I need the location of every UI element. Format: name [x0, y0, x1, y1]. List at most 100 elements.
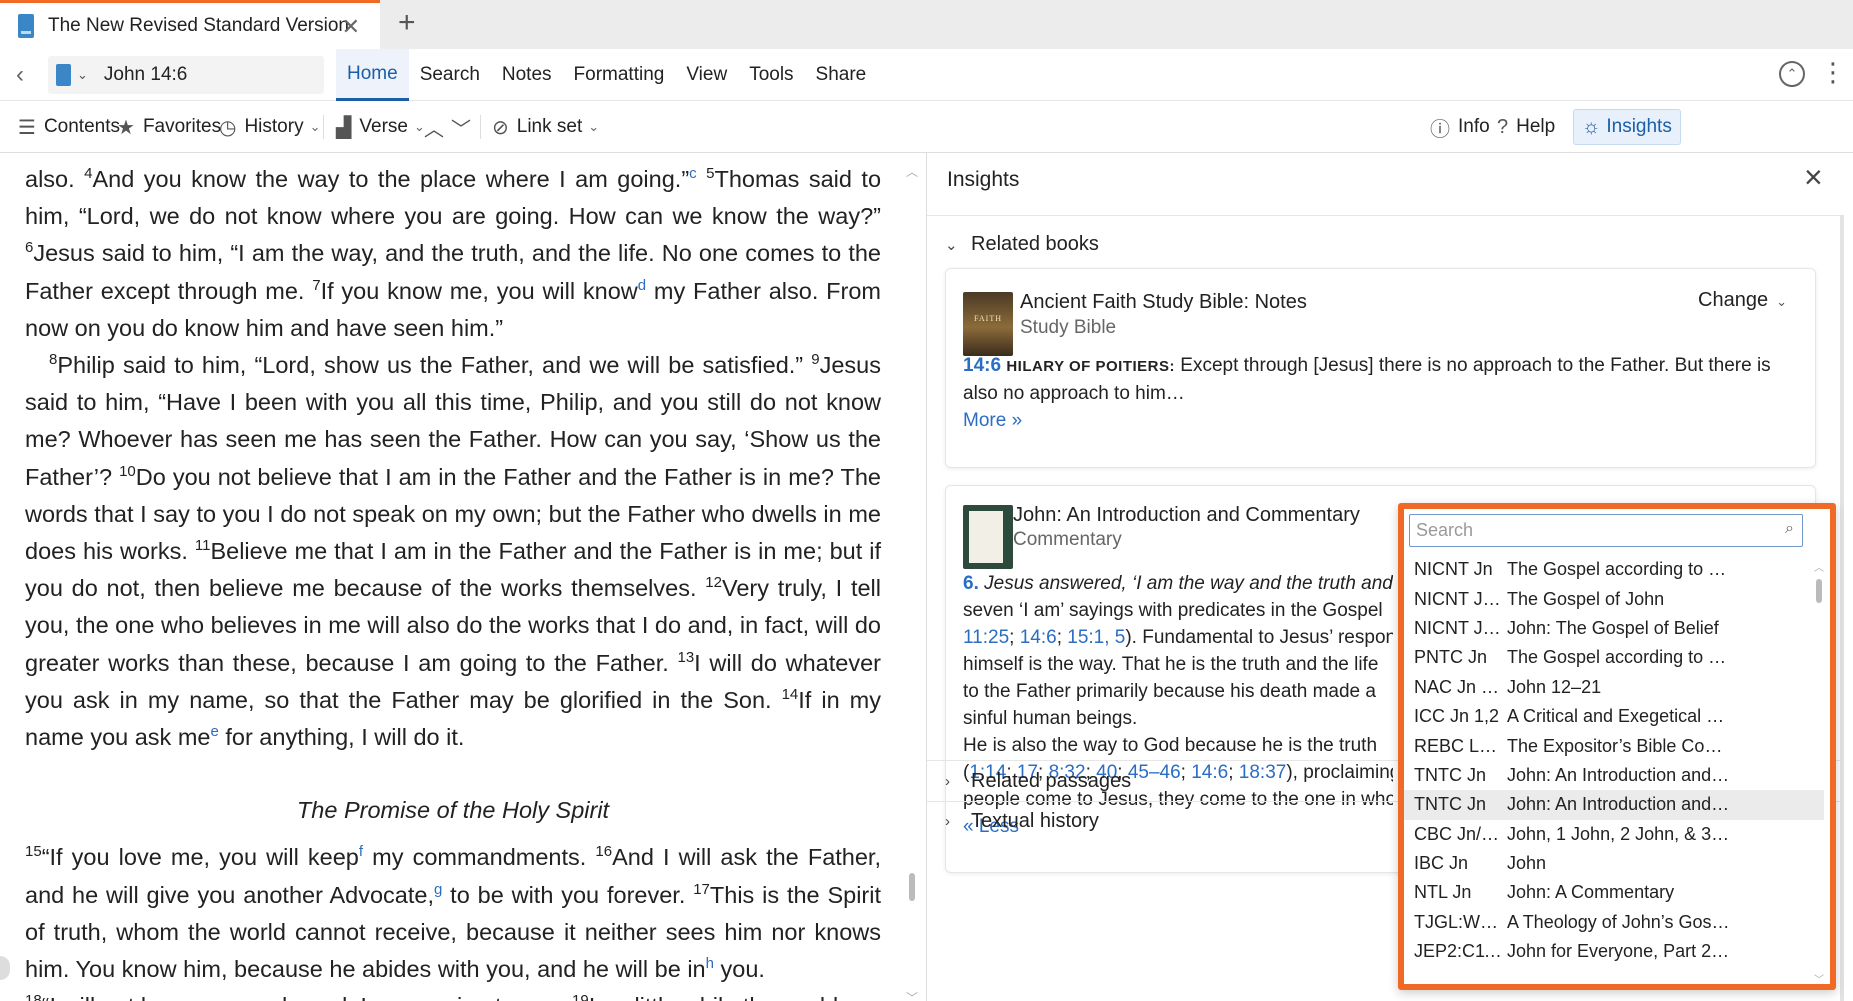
book-list-item[interactable]: REBC Lk-AcThe Expositor’s Bible Comme… — [1404, 731, 1824, 760]
contents-button[interactable]: ☰ Contents — [18, 101, 120, 153]
menu-notes[interactable]: Notes — [491, 49, 563, 101]
verse-reference-link[interactable]: 14:6 — [963, 355, 1001, 376]
menu-share[interactable]: Share — [805, 49, 878, 101]
menu-view[interactable]: View — [675, 49, 738, 101]
reference-box[interactable]: ⌄ John 14:6 — [48, 56, 324, 94]
book-abbreviation: TNTC Jn — [1414, 794, 1486, 815]
bible-book-icon — [18, 14, 34, 38]
history-clock-icon: ◷ — [219, 116, 237, 139]
new-tab-icon[interactable]: + — [398, 6, 416, 40]
scripture-reference-link[interactable]: 11:25 — [963, 627, 1009, 648]
book-list-item[interactable]: IBC Jn John — [1404, 849, 1824, 878]
scroll-down-icon[interactable]: ﹀ — [906, 989, 918, 1001]
chevron-down-icon: ﹀ — [451, 118, 471, 141]
footnote-marker[interactable]: h — [706, 955, 714, 972]
scroll-down-icon[interactable]: ﹀ — [1814, 971, 1824, 984]
footnote-marker[interactable]: f — [359, 843, 363, 860]
history-button[interactable]: ◷ History ⌄ — [219, 101, 320, 153]
book-list-item[interactable]: JEP2:C1121John for Everyone, Part 2: Cha… — [1404, 937, 1824, 966]
book-list-item[interactable]: TNTC Jn John: An Introduction and Co… — [1404, 790, 1824, 820]
book-title[interactable]: Ancient Faith Study Bible: Notes — [1020, 291, 1307, 314]
footnote-marker[interactable]: c — [689, 165, 697, 182]
book-list-item[interactable]: NICNT Jn… The Gospel of John — [1404, 584, 1824, 613]
footnote-marker[interactable]: e — [210, 723, 218, 740]
book-list-item[interactable]: PNTC Jn The Gospel according to John — [1404, 643, 1824, 672]
book-search-box[interactable]: ⌕ — [1409, 514, 1803, 547]
verse-number: 5 — [706, 165, 715, 182]
scroll-up-icon[interactable]: ︿ — [1814, 559, 1824, 574]
verse-number: 6 — [25, 239, 34, 257]
note-author: HILARY OF POITIERS: — [1006, 358, 1175, 375]
scroll-thumb[interactable] — [1816, 579, 1822, 603]
scripture-reference-link[interactable]: 18:37 — [1239, 762, 1287, 783]
more-vertical-icon[interactable]: ⋮ — [1820, 59, 1846, 85]
book-list-item[interactable]: TJGL:WCSGA Theology of John’s Gospel a… — [1404, 908, 1824, 937]
book-list-scrollbar[interactable]: ︿ ﹀ — [1814, 559, 1824, 984]
close-tab-icon[interactable]: ✕ — [342, 14, 360, 40]
scroll-up-icon[interactable]: ︿ — [906, 163, 918, 180]
menu-search[interactable]: Search — [409, 49, 491, 101]
menu-formatting[interactable]: Formatting — [563, 49, 676, 101]
book-list-title: The Gospel of John — [1507, 588, 1665, 609]
scroll-thumb[interactable] — [909, 873, 915, 901]
footnote-marker[interactable]: d — [638, 277, 646, 294]
next-verse-button[interactable]: ﹀ — [451, 101, 479, 153]
related-passages-header[interactable]: › Related passages — [945, 770, 1131, 793]
book-list-item[interactable]: NICNT Jn The Gospel according to John — [1404, 555, 1824, 584]
book-cover-inner — [969, 511, 1003, 563]
book-list-item[interactable]: TNTC Jn John: An Introduction and Co… — [1404, 761, 1824, 790]
bible-paragraph: 15“If you love me, you will keepf my com… — [25, 843, 882, 983]
book-list-item[interactable]: NTL Jn John: A Commentary — [1404, 878, 1824, 907]
book-abbreviation: NICNT Jn — [1414, 559, 1493, 580]
footnote-marker[interactable]: g — [434, 881, 442, 898]
more-link[interactable]: More » — [963, 410, 1022, 431]
insights-scrollbar[interactable] — [1840, 215, 1844, 1001]
verse-number: 15 — [25, 843, 42, 861]
book-search-input[interactable] — [1416, 518, 1766, 543]
help-button[interactable]: ? Help — [1497, 101, 1555, 153]
menu-tools[interactable]: Tools — [738, 49, 804, 101]
book-cover[interactable]: FAITH — [963, 292, 1013, 356]
book-abbreviation: CBC Jn/1-… — [1414, 823, 1506, 844]
verse-number: 9 — [811, 351, 820, 369]
book-title[interactable]: John: An Introduction and Commentary — [1013, 504, 1360, 527]
document-tab[interactable]: The New Revised Standard Version ✕ — [0, 0, 380, 49]
change-book-button[interactable]: Change ⌄ — [1698, 289, 1787, 312]
link-set-button[interactable]: ⊘ Link set ⌄ — [492, 101, 599, 153]
insights-button[interactable]: ☼ Insights — [1573, 109, 1681, 145]
back-arrow-icon[interactable]: ‹ — [16, 61, 24, 89]
scripture-reference-link[interactable]: 14:6 — [1020, 627, 1057, 648]
bible-scrollbar[interactable]: ︿ ﹀ — [906, 163, 918, 1001]
collapse-circle-icon[interactable]: ⌃ — [1779, 61, 1805, 87]
study-note-excerpt: 14:6 HILARY OF POITIERS: Except through … — [963, 355, 1771, 431]
book-list-item[interactable]: CBC Jn/1-… John, 1 John, 2 John, & 3 John — [1404, 820, 1824, 849]
verse-button[interactable]: ▟ Verse ⌄ — [336, 101, 425, 153]
close-insights-icon[interactable]: × — [1804, 159, 1823, 196]
book-list-item[interactable]: NICNT Jn… John: The Gospel of Belief — [1404, 614, 1824, 643]
book-list-item[interactable]: ICC Jn 1,2 A Critical and Exegetical Com… — [1404, 702, 1824, 731]
resource-book-icon[interactable] — [56, 64, 71, 86]
favorites-button[interactable]: ★ Favorites — [117, 101, 221, 153]
verse-number: 7 — [312, 276, 321, 294]
related-books-header[interactable]: ⌄ Related books — [945, 233, 1099, 256]
reference-input[interactable]: John 14:6 — [104, 64, 187, 86]
book-type: Study Bible — [1020, 317, 1117, 338]
book-cover[interactable] — [963, 505, 1013, 569]
book-list-title: John: An Introduction and Co… — [1507, 794, 1733, 815]
verse-number: 19 — [572, 992, 589, 1001]
link-icon: ⊘ — [492, 116, 509, 139]
scripture-reference-link[interactable]: 15:1, 5 — [1067, 627, 1125, 648]
chevron-down-icon: ⌄ — [588, 119, 600, 134]
scripture-reference-link[interactable]: 45–46 — [1128, 762, 1181, 783]
chevron-down-icon[interactable]: ⌄ — [77, 67, 88, 83]
verse-number: 14 — [781, 685, 799, 703]
menu-home[interactable]: Home — [336, 49, 409, 101]
textual-history-header[interactable]: › Textual history — [945, 810, 1099, 833]
verse-number: 17 — [693, 880, 710, 898]
book-list-title: The Gospel according to John — [1507, 559, 1733, 580]
book-abbreviation: JEP2:C1121 — [1414, 941, 1506, 962]
info-button[interactable]: ⓘ Info — [1430, 101, 1490, 153]
previous-verse-button[interactable]: ︿ — [424, 101, 452, 153]
scripture-reference-link[interactable]: 14:6 — [1191, 762, 1228, 783]
book-list-item[interactable]: NAC Jn 12…John 12–21 — [1404, 673, 1824, 702]
